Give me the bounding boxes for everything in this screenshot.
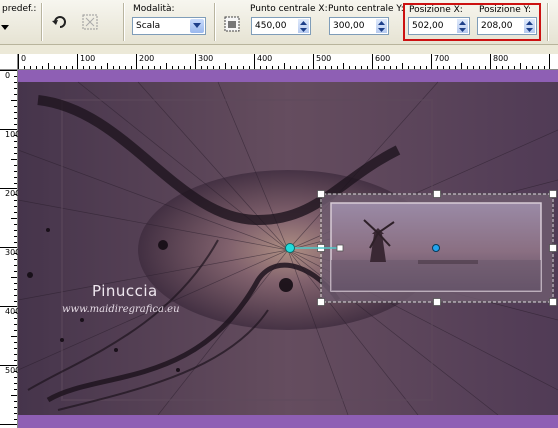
reset-button[interactable]	[50, 12, 70, 32]
spin-down-icon	[459, 27, 466, 32]
ruler-label: 700	[434, 54, 450, 63]
chevron-down-icon	[193, 23, 201, 28]
position-x-value: 502,00	[412, 21, 444, 31]
preset-label: predef.:	[2, 4, 37, 14]
mode-dropdown-button[interactable]	[190, 19, 204, 33]
pivot-point[interactable]	[432, 244, 440, 252]
ruler-label: 300	[198, 54, 214, 63]
mode-label: Modalità:	[133, 4, 175, 14]
image-canvas[interactable]: Pinuccia www.maidiregrafica.eu	[18, 70, 558, 428]
ruler-label: 0	[21, 54, 27, 63]
ruler-label: 200	[139, 54, 155, 63]
center-y-value: 300,00	[333, 21, 365, 31]
artwork	[18, 70, 558, 428]
spin-up-icon	[300, 20, 307, 25]
spin-up-icon	[526, 20, 533, 25]
chevron-down-icon	[1, 25, 9, 30]
position-x-field[interactable]: 502,00	[408, 17, 470, 35]
position-y-spinner[interactable]	[524, 19, 535, 33]
ruler-corner	[0, 54, 18, 70]
ruler-label: 100	[5, 130, 21, 139]
position-x-spinner[interactable]	[457, 19, 468, 33]
center-x-spinner[interactable]	[298, 19, 309, 33]
tool-options-bar: predef.: Modalità: Scala Punto centrale …	[0, 0, 558, 45]
ruler-label: 100	[80, 54, 96, 63]
free-transform-button[interactable]	[222, 14, 242, 34]
ruler-label: 800	[493, 54, 509, 63]
spin-down-icon	[300, 27, 307, 32]
mode-select[interactable]: Scala	[132, 17, 206, 35]
vertical-ruler[interactable]: 0 100 200 300 400 500	[0, 69, 21, 428]
watermark-url: www.maidiregrafica.eu	[62, 304, 180, 315]
position-x-label: Posizione X:	[409, 5, 463, 15]
apply-button[interactable]	[80, 12, 100, 32]
center-x-value: 450,00	[255, 21, 287, 31]
separator	[214, 3, 215, 41]
ruler-label: 200	[5, 189, 21, 198]
separator	[123, 3, 124, 41]
watermark-name: Pinuccia	[92, 282, 158, 300]
separator	[547, 3, 548, 41]
ruler-label: 500	[5, 366, 21, 375]
reset-arrow-icon	[52, 16, 66, 28]
ruler-label: 400	[257, 54, 273, 63]
spin-down-icon	[526, 27, 533, 32]
mode-value: Scala	[136, 21, 161, 31]
spin-up-icon	[378, 20, 385, 25]
ruler-label: 500	[316, 54, 332, 63]
ruler-label: 300	[5, 248, 21, 257]
spin-up-icon	[459, 20, 466, 25]
position-y-value: 208,00	[481, 21, 513, 31]
spin-down-icon	[378, 27, 385, 32]
center-x-label: Punto centrale X:	[250, 4, 328, 14]
center-x-field[interactable]: 450,00	[251, 17, 311, 35]
separator	[41, 3, 42, 41]
ruler-label: 600	[375, 54, 391, 63]
center-y-spinner[interactable]	[376, 19, 387, 33]
deform-icon	[224, 16, 240, 32]
position-y-label: Posizione Y:	[479, 5, 531, 15]
position-y-field[interactable]: 208,00	[477, 17, 537, 35]
transform-icon	[82, 14, 98, 30]
center-y-label: Punto centrale Y:	[328, 4, 404, 14]
preset-dropdown[interactable]	[0, 18, 12, 38]
horizontal-ruler[interactable]: 0 100 200 300 400 500 600 700 800	[0, 54, 558, 70]
ruler-label: 400	[5, 307, 21, 316]
ruler-label: 0	[5, 71, 11, 80]
center-y-field[interactable]: 300,00	[329, 17, 389, 35]
